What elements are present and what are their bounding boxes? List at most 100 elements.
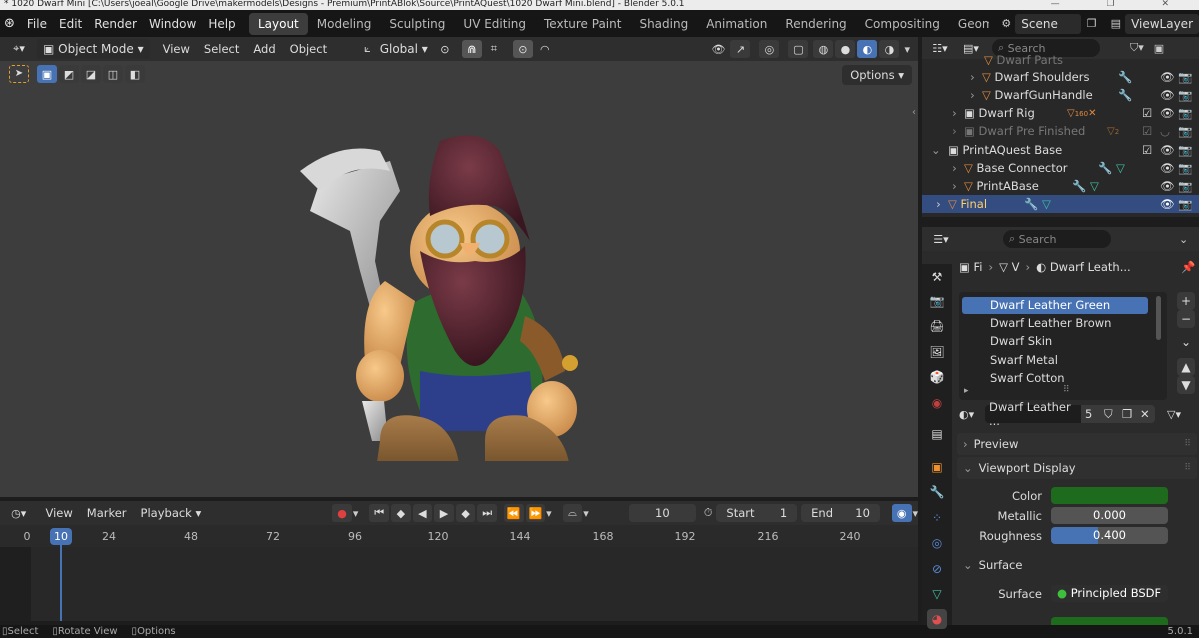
modifier-icon[interactable]: 🔧 (1024, 197, 1038, 211)
object-tab-icon[interactable]: ▣ (927, 457, 947, 477)
tab-texture-paint[interactable]: Texture Paint (535, 13, 630, 35)
snap-icon[interactable]: ⋒ (461, 40, 482, 58)
auto-keying-menu-icon[interactable]: ▾ (583, 507, 589, 520)
eye-icon[interactable]: 👁 (1160, 70, 1175, 84)
material-slot[interactable]: Dwarf Skin (962, 333, 1148, 350)
modifier-tab-icon[interactable]: 🔧 (927, 482, 947, 502)
data-tab-icon[interactable]: ▽ (927, 584, 947, 604)
eye-icon[interactable]: 👁 (1160, 179, 1175, 193)
viewport-menu-object[interactable]: Object (283, 40, 334, 58)
surface-shader-selector[interactable]: ● Principled BSDF (1051, 585, 1168, 602)
keying-icon[interactable]: ▾ (353, 507, 359, 520)
timeline-area[interactable] (0, 542, 918, 621)
collection-tab-icon[interactable]: ▤ (927, 424, 947, 444)
world-tab-icon[interactable]: ◉ (927, 393, 947, 413)
move-slot-up-button[interactable]: ▲ (1177, 358, 1195, 376)
orientation-selector[interactable]: Global ▾ (374, 39, 434, 59)
falloff-icon[interactable]: ◠ (535, 40, 555, 58)
jump-start-icon[interactable]: ⏮ (369, 504, 389, 522)
timeline-menu-marker[interactable]: Marker (80, 504, 134, 522)
timeline-ruler[interactable]: 0 10 24 48 72 96 120 144 168 192 216 240 (0, 525, 918, 547)
outliner-row[interactable]: › ▽ PrintABase 🔧 ▽ 👁 📷 (922, 177, 1199, 195)
new-scene-icon[interactable]: ❐ (1087, 17, 1097, 30)
list-expand-icon[interactable]: ▸ (964, 386, 969, 396)
dwarf-model[interactable] (280, 131, 600, 461)
eye-icon[interactable]: 👁 (1160, 143, 1175, 157)
add-slot-button[interactable]: + (1177, 292, 1195, 310)
modifier-icon[interactable]: 🔧 (1118, 88, 1132, 102)
scene-icon[interactable]: ⚙ (1001, 17, 1011, 30)
camera-icon[interactable]: 📷 (1178, 179, 1192, 193)
tab-modeling[interactable]: Modeling (308, 13, 381, 35)
menu-help[interactable]: Help (202, 17, 241, 31)
output-tab-icon[interactable]: 🖨 (927, 316, 947, 336)
checkbox-icon[interactable]: ☑ (1142, 143, 1152, 157)
roughness-slider[interactable]: 0.400 (1051, 527, 1168, 544)
record-icon[interactable]: ● (332, 504, 352, 522)
scene-tab-icon[interactable]: 🎲 (927, 367, 947, 387)
new-collection-icon[interactable]: ▣ (1154, 42, 1164, 55)
material-name-field[interactable]: Dwarf Leather ... (985, 400, 1081, 428)
select-tool-icon[interactable]: ➤ (9, 65, 29, 83)
blender-logo-icon[interactable]: ⊛ (0, 16, 21, 31)
tab-animation[interactable]: Animation (697, 13, 776, 35)
start-frame-field[interactable]: Start 1 (716, 504, 798, 522)
scene-selector[interactable]: Scene (1015, 13, 1081, 34)
metallic-slider[interactable]: 0.000 (1051, 507, 1168, 524)
tab-sculpting[interactable]: Sculpting (380, 13, 454, 35)
tab-compositing[interactable]: Compositing (856, 13, 949, 35)
move-slot-down-button[interactable]: ▼ (1177, 376, 1195, 394)
outliner-row[interactable]: › ▣ Dwarf Pre Finished ▽2 ☑ ◡ 📷 (922, 122, 1199, 140)
properties-search-input[interactable]: ⌕ Search (1003, 230, 1111, 248)
unlink-material-icon[interactable]: ✕ (1137, 405, 1155, 423)
viewport-color-swatch[interactable] (1051, 487, 1168, 504)
visibility-icon[interactable]: 👁 (708, 40, 728, 58)
outliner-row[interactable]: › ▽ DwarfGunHandle 🔧 👁 📷 (922, 86, 1199, 104)
viewport-options-button[interactable]: Options ▾ (842, 65, 912, 85)
camera-icon[interactable]: 📷 (1178, 70, 1192, 84)
camera-icon[interactable]: 📷 (1178, 143, 1192, 157)
outliner-row[interactable]: › ▽ Base Connector 🔧 ▽ 👁 📷 (922, 159, 1199, 177)
gizmo-icon[interactable]: ↗ (730, 40, 751, 58)
eye-hidden-icon[interactable]: ◡ (1160, 124, 1170, 138)
tool-tab-icon[interactable]: ⚒ (927, 267, 947, 287)
next-key-icon[interactable]: ◆ (455, 504, 476, 522)
constraints-tab-icon[interactable]: ⊘ (927, 559, 947, 579)
physics-tab-icon[interactable]: ◎ (927, 533, 947, 553)
slot-specials-button[interactable]: ⌄ (1177, 333, 1195, 351)
modifier-icon[interactable]: 🔧 (1118, 70, 1132, 84)
material-slot[interactable]: Dwarf Leather Green (962, 297, 1148, 314)
camera-icon[interactable]: 📷 (1178, 88, 1192, 102)
fake-user-icon[interactable]: ⛉ (1101, 405, 1119, 423)
end-frame-field[interactable]: End 10 (801, 504, 880, 522)
material-browse-icon[interactable]: ◐▾ (959, 408, 985, 421)
overlays-icon[interactable]: ◎ (759, 40, 780, 58)
proportional-edit-icon[interactable]: ⊙ (512, 40, 533, 58)
mode-selector[interactable]: ▣ Object Mode ▾ (37, 39, 150, 59)
menu-window[interactable]: Window (143, 17, 202, 31)
prev-key-icon[interactable]: ◆ (391, 504, 411, 522)
editor-type-icon[interactable]: ⌖▾ (6, 40, 32, 58)
camera-icon[interactable]: 📷 (1178, 197, 1192, 211)
shading-options-icon[interactable]: ▾ (904, 43, 910, 56)
menu-file[interactable]: File (21, 17, 53, 31)
mesh-data-icon[interactable]: ▽ (1090, 179, 1099, 193)
duplicate-material-icon[interactable]: ❐ (1119, 405, 1137, 423)
tab-shading[interactable]: Shading (630, 13, 697, 35)
select-intersect-icon[interactable]: ◧ (125, 65, 145, 83)
menu-render[interactable]: Render (88, 17, 143, 31)
camera-icon[interactable]: 📷 (1178, 106, 1192, 120)
link-type-icon[interactable]: ▽▾ (1167, 408, 1181, 421)
camera-icon[interactable]: 📷 (1178, 124, 1192, 138)
transform-orientation-icon[interactable]: ⟀ (364, 42, 371, 56)
snap-target-icon[interactable]: ⌗ (484, 40, 504, 58)
outliner-row[interactable]: ⌄ ▣ PrintAQuest Base ☑ 👁 📷 (922, 141, 1199, 159)
checkbox-icon[interactable]: ☑ (1142, 106, 1152, 120)
list-scrollbar[interactable] (1156, 296, 1161, 340)
surface-panel-header[interactable]: ⌄ Surface (957, 554, 1197, 576)
auto-keying-icon[interactable]: ⌓ (562, 504, 583, 522)
jump-end-icon[interactable]: ⏭ (477, 504, 497, 522)
material-slot[interactable]: Swarf Metal (962, 352, 1148, 369)
viewport-menu-view[interactable]: View (156, 40, 197, 58)
timeline-menu-view[interactable]: View (38, 504, 79, 522)
